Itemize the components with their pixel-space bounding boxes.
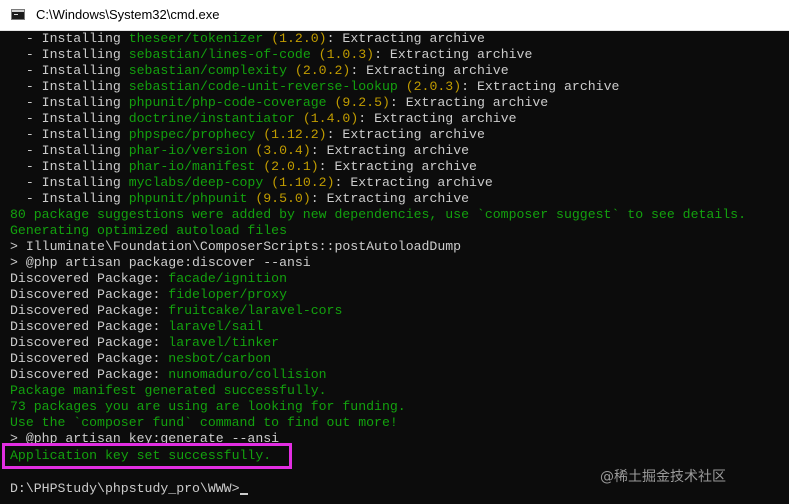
package-name: phar-io/version xyxy=(128,143,248,158)
package-version: (2.0.1) xyxy=(263,159,319,174)
cmd-app-icon xyxy=(11,9,25,20)
install-suffix: : Extracting archive xyxy=(358,111,517,126)
discovered-package: facade/ignition xyxy=(168,271,287,286)
install-prefix: - Installing xyxy=(10,191,129,206)
install-line: - Installing myclabs/deep-copy (1.10.2):… xyxy=(10,175,493,191)
install-suffix: : Extracting archive xyxy=(389,95,549,110)
install-prefix: - Installing xyxy=(10,159,129,174)
prompt-line[interactable]: D:\PHPStudy\phpstudy_pro\WWW> xyxy=(10,481,248,497)
console-output[interactable]: - Installing theseer/tokenizer (1.2.0): … xyxy=(0,31,789,504)
discovered-prefix: Discovered Package: xyxy=(10,351,169,366)
install-prefix: - Installing xyxy=(10,143,129,158)
discovered-line: Discovered Package: facade/ignition xyxy=(10,271,287,287)
discovered-prefix: Discovered Package: xyxy=(10,367,169,382)
install-suffix: : Extracting archive xyxy=(350,63,509,78)
install-line: - Installing phpspec/prophecy (1.12.2): … xyxy=(10,127,485,143)
discovered-package: laravel/tinker xyxy=(168,335,280,350)
discovered-package: nunomaduro/collision xyxy=(168,367,327,382)
discovered-prefix: Discovered Package: xyxy=(10,287,169,302)
install-line: - Installing sebastian/code-unit-reverse… xyxy=(10,79,620,95)
discovered-package: fruitcake/laravel-cors xyxy=(168,303,343,318)
discovered-line: Discovered Package: laravel/tinker xyxy=(10,335,279,351)
discovered-line: Discovered Package: nunomaduro/collision xyxy=(10,367,327,383)
text-cursor xyxy=(239,493,248,495)
package-version: (2.0.2) xyxy=(294,63,351,78)
suggestions-line: 80 package suggestions were added by new… xyxy=(10,207,746,222)
discovered-package: laravel/sail xyxy=(168,319,264,334)
install-suffix: : Extracting archive xyxy=(326,127,485,142)
post-autoload-line: > Illuminate\Foundation\ComposerScripts:… xyxy=(10,239,462,254)
fund-hint-line: Use the `composer fund` command to find … xyxy=(10,415,398,430)
watermark: @稀土掘金技术社区 xyxy=(600,469,726,485)
funding-line: 73 packages you are using are looking fo… xyxy=(10,399,406,414)
manifest-line: Package manifest generated successfully. xyxy=(10,383,327,398)
install-line: - Installing sebastian/complexity (2.0.2… xyxy=(10,63,509,79)
discovered-prefix: Discovered Package: xyxy=(10,335,169,350)
install-line: - Installing phar-io/version (3.0.4): Ex… xyxy=(10,143,469,159)
prompt-path: D:\PHPStudy\phpstudy_pro\WWW> xyxy=(10,481,240,496)
package-version: (1.10.2) xyxy=(271,175,335,190)
package-name: theseer/tokenizer xyxy=(128,31,264,46)
discover-command-line: > @php artisan package:discover --ansi xyxy=(10,255,311,270)
window-title: C:\Windows\System32\cmd.exe xyxy=(36,7,220,22)
package-name: sebastian/complexity xyxy=(128,63,287,78)
package-name: doctrine/instantiator xyxy=(128,111,295,126)
install-line: - Installing phar-io/manifest (2.0.1): E… xyxy=(10,159,477,175)
install-suffix: : Extracting archive xyxy=(326,31,485,46)
install-prefix: - Installing xyxy=(10,79,129,94)
discovered-line: Discovered Package: fideloper/proxy xyxy=(10,287,287,303)
install-prefix: - Installing xyxy=(10,95,129,110)
discovered-prefix: Discovered Package: xyxy=(10,303,169,318)
install-prefix: - Installing xyxy=(10,111,129,126)
discovered-package: fideloper/proxy xyxy=(168,287,287,302)
package-version: (9.5.0) xyxy=(255,191,311,206)
install-line: - Installing sebastian/lines-of-code (1.… xyxy=(10,47,533,63)
package-name: sebastian/code-unit-reverse-lookup xyxy=(128,79,398,94)
install-prefix: - Installing xyxy=(10,63,129,78)
install-suffix: : Extracting archive xyxy=(310,143,470,158)
install-suffix: : Extracting archive xyxy=(310,191,470,206)
package-name: phpunit/phpunit xyxy=(128,191,248,206)
package-name: phpunit/php-code-coverage xyxy=(128,95,327,110)
install-line: - Installing phpunit/phpunit (9.5.0): Ex… xyxy=(10,191,469,207)
package-version: (1.12.2) xyxy=(263,127,327,142)
install-suffix: : Extracting archive xyxy=(374,47,533,62)
install-line: - Installing theseer/tokenizer (1.2.0): … xyxy=(10,31,485,47)
package-name: sebastian/lines-of-code xyxy=(128,47,311,62)
title-bar: C:\Windows\System32\cmd.exe xyxy=(0,0,789,31)
package-name: phar-io/manifest xyxy=(128,159,256,174)
package-version: (1.0.3) xyxy=(318,47,375,62)
install-prefix: - Installing xyxy=(10,31,129,46)
discovered-package: nesbot/carbon xyxy=(168,351,272,366)
discovered-line: Discovered Package: nesbot/carbon xyxy=(10,351,271,367)
package-name: phpspec/prophecy xyxy=(128,127,256,142)
install-prefix: - Installing xyxy=(10,127,129,142)
package-version: (2.0.3) xyxy=(405,79,462,94)
install-suffix: : Extracting archive xyxy=(318,159,477,174)
discovered-prefix: Discovered Package: xyxy=(10,319,169,334)
package-name: myclabs/deep-copy xyxy=(128,175,264,190)
highlight-box xyxy=(2,443,292,469)
install-suffix: : Extracting archive xyxy=(334,175,493,190)
install-suffix: : Extracting archive xyxy=(461,79,620,94)
package-version: (9.2.5) xyxy=(334,95,390,110)
package-version: (3.0.4) xyxy=(255,143,311,158)
discovered-line: Discovered Package: laravel/sail xyxy=(10,319,263,335)
install-line: - Installing phpunit/php-code-coverage (… xyxy=(10,95,548,111)
install-prefix: - Installing xyxy=(10,175,129,190)
install-prefix: - Installing xyxy=(10,47,129,62)
discovered-prefix: Discovered Package: xyxy=(10,271,169,286)
package-version: (1.2.0) xyxy=(271,31,327,46)
autoload-line: Generating optimized autoload files xyxy=(10,223,287,238)
discovered-line: Discovered Package: fruitcake/laravel-co… xyxy=(10,303,342,319)
install-line: - Installing doctrine/instantiator (1.4.… xyxy=(10,111,517,127)
package-version: (1.4.0) xyxy=(302,111,359,126)
